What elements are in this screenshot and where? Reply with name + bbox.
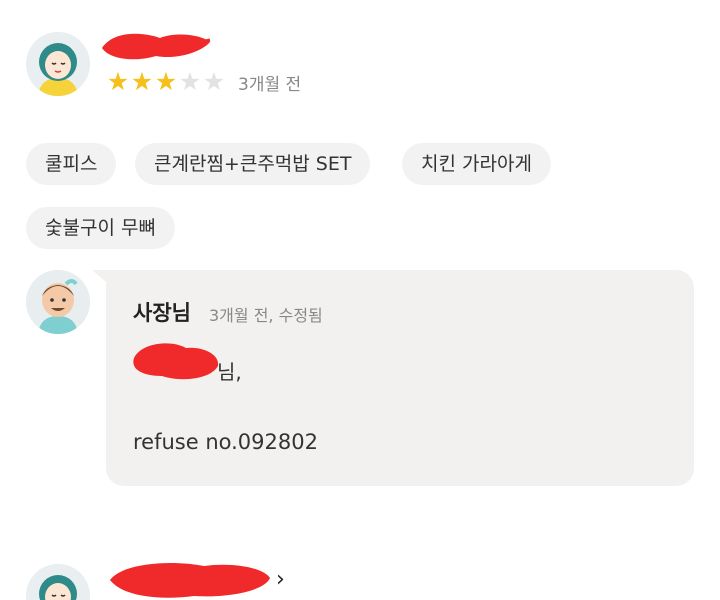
review-meta: ★ ★ ★ ★ ★ 3개월 전 xyxy=(106,68,301,96)
owner-avatar xyxy=(26,270,90,334)
star-icon: ★ xyxy=(178,67,202,96)
reviewer-avatar-icon xyxy=(26,32,90,96)
review-time: 3개월 전 xyxy=(238,74,302,95)
star-icon: ★ xyxy=(106,67,130,96)
menu-tag[interactable]: 치킨 가라아게 xyxy=(402,143,551,185)
menu-tag[interactable]: 숯불구이 무뼈 xyxy=(26,207,175,249)
star-icon: ★ xyxy=(130,67,154,96)
next-reviewer-avatar[interactable] xyxy=(26,564,90,600)
star-rating: ★ ★ ★ ★ ★ xyxy=(106,68,226,96)
reviewer-name-redaction xyxy=(102,33,211,60)
owner-avatar-icon xyxy=(26,270,90,334)
menu-tag[interactable]: 큰계란찜+큰주먹밥 SET xyxy=(135,143,371,185)
owner-reply-bubble: 사장님 3개월 전, 수정됨 님, refuse no.092802 xyxy=(92,270,694,486)
customer-name-redaction xyxy=(133,343,219,380)
owner-reply-meta: 3개월 전, 수정됨 xyxy=(209,306,323,325)
star-icon: ★ xyxy=(202,67,226,96)
next-reviewer-name-redaction xyxy=(110,562,270,598)
owner-reply-text: refuse no.092802 xyxy=(133,430,318,454)
menu-tag[interactable]: 쿨피스 xyxy=(26,143,117,185)
owner-reply-greeting: 님, xyxy=(217,360,242,384)
reviewer-avatar[interactable] xyxy=(26,32,90,96)
chevron-right-icon[interactable]: › xyxy=(276,567,285,592)
star-icon: ★ xyxy=(154,67,178,96)
next-reviewer-avatar-icon xyxy=(26,564,90,600)
owner-name: 사장님 xyxy=(133,301,191,325)
